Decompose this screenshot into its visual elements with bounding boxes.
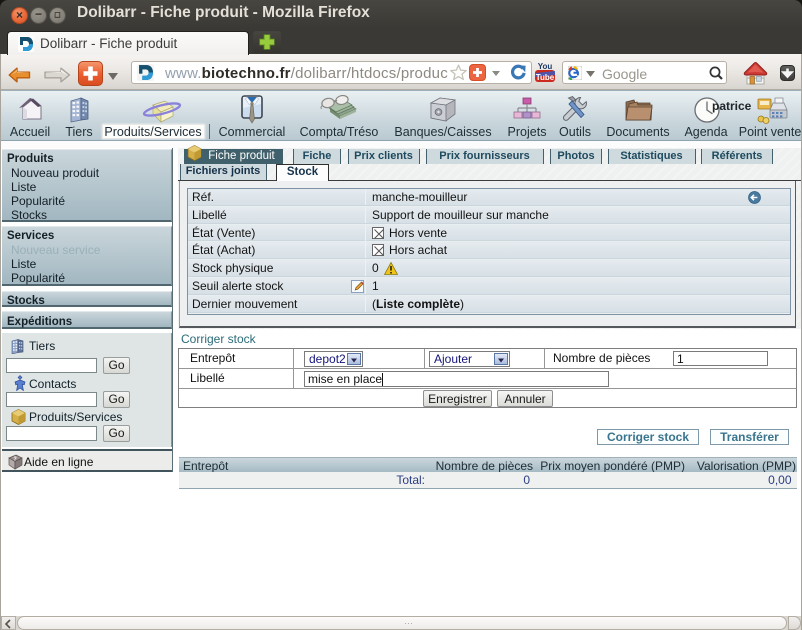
svg-text:Tube: Tube — [536, 73, 555, 82]
svg-text:You: You — [538, 62, 553, 71]
